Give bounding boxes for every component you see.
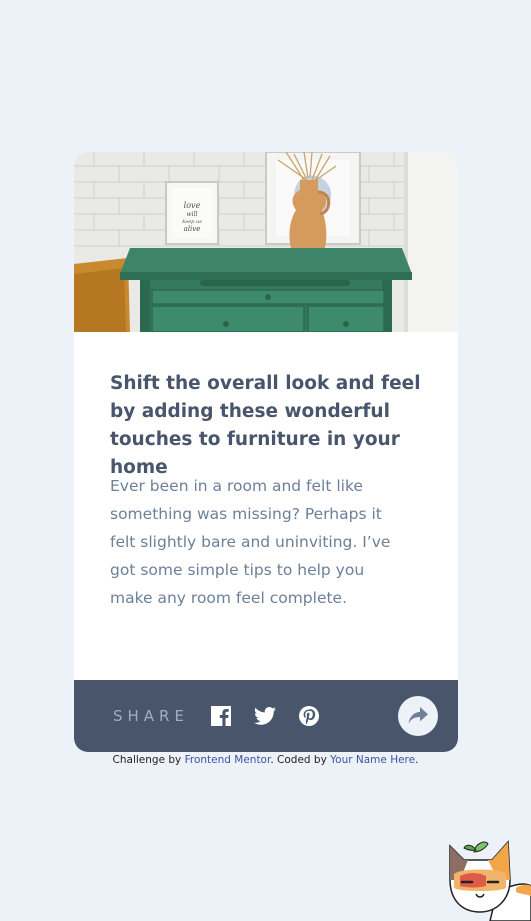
svg-text:alive: alive [184,225,201,233]
cat-mascot-icon [449,840,531,921]
twitter-icon[interactable] [253,704,277,728]
svg-text:will: will [187,211,198,218]
svg-text:love: love [184,201,201,210]
pinterest-icon[interactable] [297,704,321,728]
author-link[interactable]: Your Name Here [330,754,415,766]
attribution-middle: . Coded by [270,754,331,766]
share-bar: SHARE [74,680,458,752]
attribution: Challenge by Frontend Mentor. Coded by Y… [0,753,531,767]
article-description: Ever been in a room and felt like someth… [110,477,391,607]
frontend-mentor-link[interactable]: Frontend Mentor [185,754,271,766]
share-arrow-icon [408,707,428,724]
attribution-prefix: Challenge by [112,754,185,766]
attribution-suffix: . [415,754,419,766]
share-button[interactable] [398,696,438,736]
share-label: SHARE [113,707,189,725]
facebook-icon[interactable] [209,704,233,728]
article-card: love will keep us alive Shift the overal… [74,152,458,752]
drawers-hero-image: love will keep us alive [74,152,458,332]
article-title: Shift the overall look and feel by addin… [110,373,421,478]
